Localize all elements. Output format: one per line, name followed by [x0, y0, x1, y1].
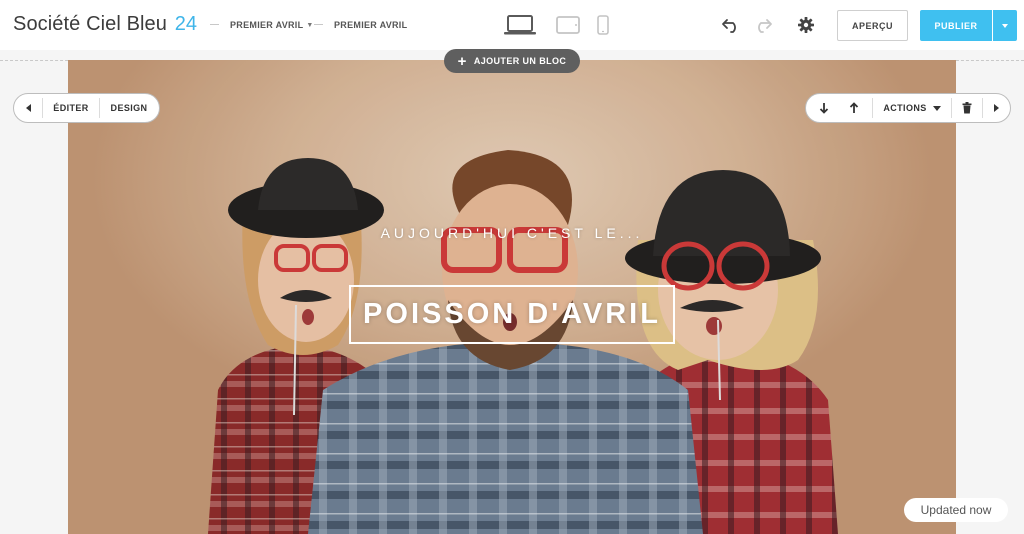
hero-subtitle[interactable]: AUJOURD'HUI C'EST LE...: [68, 225, 956, 241]
caret-left-icon: [25, 104, 31, 112]
publish-options-button[interactable]: [993, 10, 1017, 41]
breadcrumb-separator: [210, 24, 219, 25]
phone-icon[interactable]: [597, 15, 609, 35]
move-block-up-button[interactable]: [842, 94, 866, 122]
redo-icon[interactable]: [753, 15, 773, 35]
publish-button[interactable]: PUBLIER: [920, 10, 992, 41]
undo-icon[interactable]: [721, 15, 741, 35]
add-block-label: AJOUTER UN BLOC: [473, 56, 567, 66]
design-block-button[interactable]: DESIGN: [100, 94, 158, 122]
delete-block-button[interactable]: [952, 94, 982, 122]
move-block-down-button[interactable]: [806, 94, 842, 122]
laptop-icon[interactable]: [504, 15, 536, 35]
breadcrumb-current-label: PREMIER AVRIL: [334, 20, 408, 30]
trash-icon: [962, 102, 972, 114]
plus-icon: +: [457, 52, 467, 70]
top-bar: Société Ciel Bleu 24 PREMIER AVRIL ▼ PREM…: [0, 0, 1024, 50]
block-actions-toolbar: ACTIONS: [805, 93, 1011, 123]
hero-title[interactable]: POISSON D'AVRIL: [363, 298, 661, 331]
breadcrumb-page-dropdown[interactable]: PREMIER AVRIL ▼: [230, 20, 314, 30]
save-status-toast: Updated now: [904, 498, 1008, 522]
hero-title-frame[interactable]: POISSON D'AVRIL: [349, 285, 675, 344]
chevron-down-icon: [1002, 23, 1008, 28]
breadcrumb-page-label: PREMIER AVRIL: [230, 20, 304, 30]
actions-dropdown[interactable]: ACTIONS: [873, 94, 951, 122]
chevron-down-icon: ▼: [306, 22, 314, 29]
collapse-toolbar-button[interactable]: [14, 94, 42, 122]
arrow-down-icon: [819, 103, 829, 114]
next-block-button[interactable]: [983, 94, 1009, 122]
site-title-name: Société Ciel Bleu: [13, 13, 168, 35]
breadcrumb-current-page[interactable]: PREMIER AVRIL: [334, 20, 407, 30]
tablet-icon[interactable]: [556, 16, 580, 34]
hero-block[interactable]: AUJOURD'HUI C'EST LE... POISSON D'AVRIL: [68, 60, 956, 534]
block-edit-toolbar: ÉDITER DESIGN: [13, 93, 160, 123]
chevron-down-icon: [932, 105, 941, 111]
edit-block-button[interactable]: ÉDITER: [43, 94, 99, 122]
actions-label: ACTIONS: [883, 103, 927, 113]
site-title[interactable]: Société Ciel Bleu 24: [13, 13, 197, 36]
gear-icon[interactable]: [796, 15, 816, 35]
arrow-up-icon: [849, 102, 859, 113]
add-block-button[interactable]: + AJOUTER UN BLOC: [444, 49, 580, 73]
preview-button[interactable]: APERÇU: [837, 10, 908, 41]
site-title-number: 24: [174, 13, 198, 35]
breadcrumb-separator: [314, 24, 323, 25]
caret-right-icon: [993, 104, 999, 112]
